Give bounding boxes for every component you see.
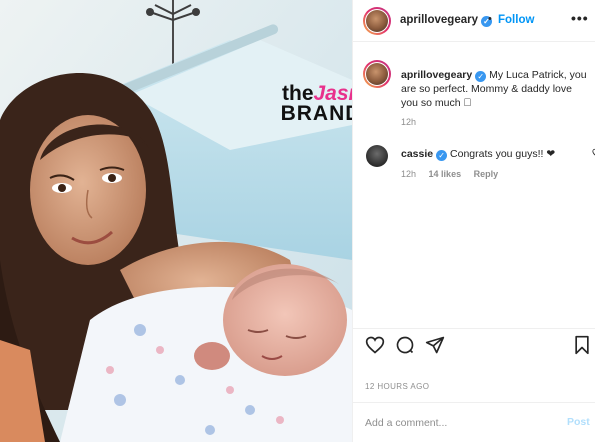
- caption-username[interactable]: aprillovegeary: [401, 69, 472, 81]
- post-header: aprillovegeary ✓ • Follow •••: [353, 0, 595, 42]
- post-comment-button[interactable]: Post: [567, 416, 590, 428]
- comment-time[interactable]: 12h: [401, 169, 416, 179]
- add-comment-bar: Post: [353, 402, 595, 442]
- heart-icon[interactable]: [365, 335, 385, 355]
- post-sidebar: aprillovegeary ✓ • Follow ••• aprillovege…: [352, 0, 595, 442]
- username-link[interactable]: aprillovegeary ✓: [400, 14, 492, 27]
- comment-text: cassie ✓ Congrats you guys!! ❤: [401, 148, 555, 161]
- caption-avatar[interactable]: [366, 63, 388, 85]
- post-photo[interactable]: theJasmine BRAND: [0, 0, 352, 442]
- photo-image: [0, 0, 352, 442]
- add-comment-input[interactable]: [365, 414, 545, 432]
- comment-meta: 12h 14 likes Reply: [401, 169, 508, 179]
- comment-avatar[interactable]: [366, 145, 388, 167]
- caption-avatar-ring[interactable]: [363, 60, 391, 88]
- action-bar: [353, 328, 595, 368]
- story-ring[interactable]: [363, 7, 391, 35]
- follow-button[interactable]: Follow: [498, 14, 534, 26]
- avatar[interactable]: [366, 10, 388, 32]
- share-icon[interactable]: [425, 335, 445, 355]
- reply-button[interactable]: Reply: [474, 169, 499, 179]
- username-text[interactable]: aprillovegeary: [400, 14, 478, 26]
- post-timestamp[interactable]: 12 HOURS AGO: [365, 382, 429, 391]
- comment-likes[interactable]: 14 likes: [429, 169, 462, 179]
- bookmark-icon[interactable]: [572, 335, 592, 355]
- comment-icon[interactable]: [395, 335, 415, 355]
- caption-time[interactable]: 12h: [401, 117, 416, 127]
- header-separator: •: [488, 13, 492, 25]
- comment-body: Congrats you guys!! ❤: [447, 148, 556, 160]
- verified-badge-icon: ✓: [436, 150, 448, 161]
- more-options-icon[interactable]: •••: [571, 10, 589, 26]
- comment-username[interactable]: cassie: [401, 148, 433, 160]
- caption-text: aprillovegeary ✓ My Luca Patrick, you are…: [401, 68, 591, 110]
- verified-badge-icon: ✓: [475, 71, 487, 82]
